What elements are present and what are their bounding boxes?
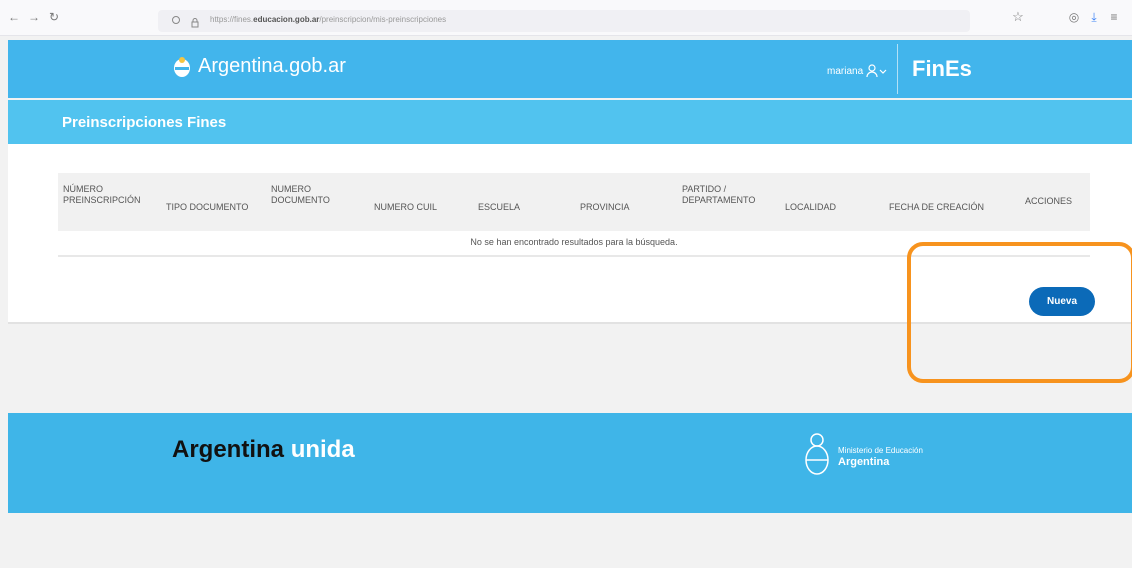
column-header-fecha-creacion: FECHA DE CREACIÓN <box>889 202 985 212</box>
column-header-provincia: PROVINCIA <box>580 202 630 212</box>
bookmark-star-icon[interactable]: ☆ <box>1010 9 1026 25</box>
shield-icon <box>172 16 180 24</box>
header-divider <box>897 44 898 94</box>
ministry-coat-of-arms-icon <box>804 432 830 476</box>
ministry-name: Ministerio de Educación <box>838 446 923 455</box>
footer-brand: Argentina unida <box>172 436 355 463</box>
pocket-icon[interactable]: ◎ <box>1066 9 1082 25</box>
menu-icon[interactable]: ≡ <box>1106 9 1122 25</box>
user-menu-icon[interactable] <box>866 64 888 78</box>
ministry-country: Argentina <box>838 456 890 468</box>
column-header-numero-preinscripcion: NÚMERO PREINSCRIPCIÓN <box>63 184 141 205</box>
column-header-numero-cuil: NUMERO CUIL <box>374 202 438 212</box>
column-header-tipo-documento: TIPO DOCUMENTO <box>166 202 249 212</box>
page-title: Preinscripciones Fines <box>62 114 227 131</box>
download-icon[interactable]: ⤓ <box>1086 9 1102 25</box>
highlight-annotation <box>907 242 1132 383</box>
url-text: https://fines.educacion.gob.ar/preinscri… <box>210 15 447 24</box>
site-logo-text[interactable]: Argentina.gob.ar <box>198 55 346 78</box>
column-header-partido-departamento: PARTIDO / DEPARTAMENTO <box>682 184 756 205</box>
lock-icon <box>191 15 199 28</box>
forward-icon[interactable]: → <box>26 9 42 25</box>
user-name[interactable]: mariana <box>827 66 863 77</box>
back-icon[interactable]: ← <box>6 9 22 25</box>
column-header-escuela: ESCUELA <box>478 202 521 212</box>
app-name[interactable]: FinEs <box>912 56 972 82</box>
reload-icon[interactable]: ↻ <box>46 9 62 25</box>
column-header-numero-documento: NUMERO DOCUMENTO <box>271 184 330 205</box>
column-header-localidad: LOCALIDAD <box>785 202 837 212</box>
column-header-acciones: ACCIONES <box>1025 196 1073 206</box>
coat-of-arms-icon <box>172 56 192 78</box>
